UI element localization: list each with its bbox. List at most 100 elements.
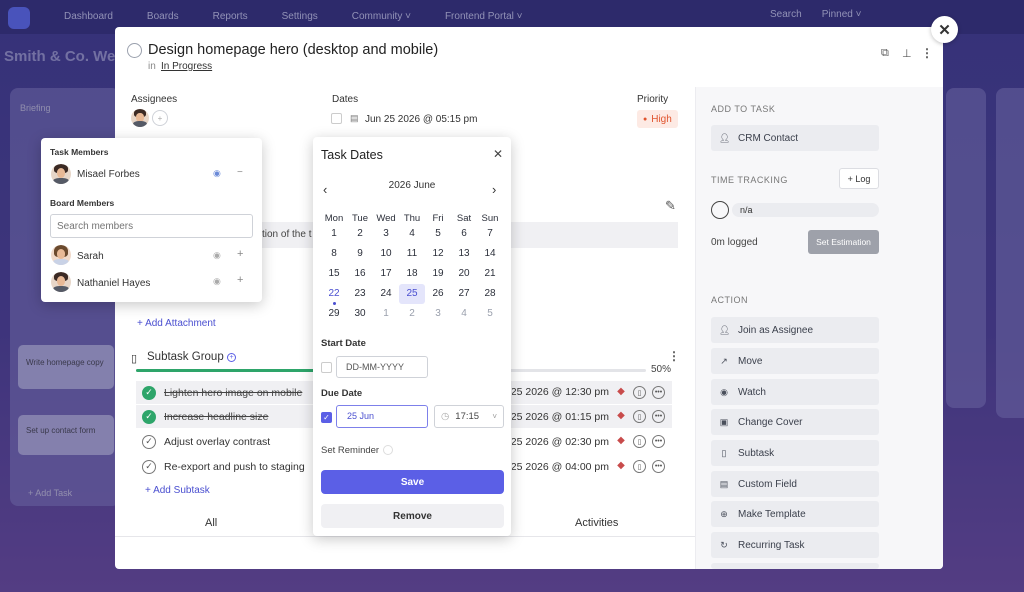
file-icon[interactable]: ▯ xyxy=(633,435,646,448)
check-icon[interactable]: ✓ xyxy=(142,409,156,424)
make-template-button[interactable]: ⊕ Make Template xyxy=(711,501,879,527)
avatar[interactable] xyxy=(131,109,149,127)
search-members-input[interactable] xyxy=(50,214,253,238)
calendar-day[interactable]: 9 xyxy=(347,244,373,264)
priority-flag-icon[interactable]: ◆ xyxy=(615,386,627,398)
eye-icon[interactable]: ◉ xyxy=(213,168,221,179)
calendar-day[interactable]: 17 xyxy=(373,264,399,284)
calendar-day[interactable]: 1 xyxy=(321,224,347,244)
more-dots-icon[interactable]: ••• xyxy=(652,460,665,473)
calendar-day[interactable]: 1 xyxy=(373,304,399,324)
calendar-day[interactable]: 6 xyxy=(451,224,477,244)
add-attachment-link[interactable]: + Add Attachment xyxy=(137,318,216,329)
calendar-day[interactable]: 3 xyxy=(425,304,451,324)
calendar-day[interactable]: 20 xyxy=(451,264,477,284)
subtask-group-title[interactable]: Subtask Group xyxy=(147,351,224,363)
edit-icon[interactable]: ✎ xyxy=(665,198,676,214)
save-button[interactable]: Save xyxy=(321,470,504,494)
eye-icon[interactable]: ◉ xyxy=(213,250,221,261)
calendar-day[interactable]: 5 xyxy=(425,224,451,244)
calendar-day[interactable]: 23 xyxy=(347,284,373,304)
change-cover-button[interactable]: ▣ Change Cover xyxy=(711,409,879,435)
file-icon[interactable]: ▯ xyxy=(633,386,646,399)
calendar-day[interactable]: 27 xyxy=(451,284,477,304)
file-icon[interactable]: ▯ xyxy=(633,460,646,473)
remove-button[interactable]: Remove xyxy=(321,504,504,528)
start-date-checkbox[interactable] xyxy=(321,362,332,373)
dates-value[interactable]: Jun 25 2026 @ 05:15 pm xyxy=(365,114,477,125)
due-date-input[interactable]: 25 Jun xyxy=(336,405,428,428)
calendar-day[interactable]: 14 xyxy=(477,244,503,264)
close-icon[interactable]: ✕ xyxy=(931,16,958,43)
subtask-button[interactable]: ▯ Subtask xyxy=(711,440,879,466)
eye-icon[interactable]: ◉ xyxy=(213,276,221,287)
file-icon[interactable]: ▯ xyxy=(633,410,646,423)
custom-field-button[interactable]: ▤ Custom Field xyxy=(711,471,879,497)
check-icon[interactable]: ✓ xyxy=(142,459,156,474)
pin-icon[interactable]: ⊥ xyxy=(902,47,912,60)
due-date-checkbox[interactable]: ✓ xyxy=(321,412,332,423)
calendar-day[interactable]: 4 xyxy=(451,304,477,324)
dates-checkbox[interactable] xyxy=(331,113,342,124)
calendar-day[interactable]: 19 xyxy=(425,264,451,284)
tab-activities[interactable]: Activities xyxy=(575,517,618,529)
calendar-day[interactable]: 12 xyxy=(425,244,451,264)
tab-all[interactable]: All xyxy=(205,517,217,529)
due-time-select[interactable]: ◷ 17:15 ˅ xyxy=(434,405,504,428)
group-more-icon[interactable]: ⋮ xyxy=(668,349,680,363)
calendar-day[interactable]: 3 xyxy=(373,224,399,244)
crm-contact-button[interactable]: 👤︎ CRM Contact xyxy=(711,125,879,151)
calendar-day[interactable]: 7 xyxy=(477,224,503,244)
recurring-task-button[interactable]: ↻ Recurring Task xyxy=(711,532,879,558)
calendar-day[interactable]: 18 xyxy=(399,264,425,284)
status-link[interactable]: In Progress xyxy=(161,61,212,72)
calendar-day[interactable]: 21 xyxy=(477,264,503,284)
start-date-input[interactable]: DD-MM-YYYY xyxy=(336,356,428,378)
calendar-day[interactable]: 2 xyxy=(347,224,373,244)
calendar-day[interactable]: 15 xyxy=(321,264,347,284)
subtask-date[interactable]: Jun 25 2026 @ 01:15 pm xyxy=(512,411,609,423)
calendar-day[interactable]: 5 xyxy=(477,304,503,324)
log-button[interactable]: + Log xyxy=(839,168,879,189)
move-button[interactable]: ↗ Move xyxy=(711,348,879,374)
priority-flag-icon[interactable]: ◆ xyxy=(615,410,627,422)
calendar-day[interactable]: 16 xyxy=(347,264,373,284)
check-icon[interactable]: ✓ xyxy=(142,434,156,449)
calendar-day[interactable]: 11 xyxy=(399,244,425,264)
more-dots-icon[interactable]: ••• xyxy=(652,386,665,399)
add-member-icon[interactable]: + xyxy=(237,248,243,260)
more-dots-icon[interactable]: ••• xyxy=(652,410,665,423)
add-assignee-icon[interactable]: + xyxy=(152,110,168,126)
watch-button[interactable]: ◉ Watch xyxy=(711,379,879,405)
subtask-date[interactable]: Jun 25 2026 @ 12:30 pm xyxy=(512,386,609,398)
close-icon[interactable]: ✕ xyxy=(493,147,503,161)
more-dots-icon[interactable]: ••• xyxy=(652,435,665,448)
add-subtask-link[interactable]: + Add Subtask xyxy=(145,485,210,496)
subtask-date[interactable]: Jun 25 2026 @ 02:30 pm xyxy=(512,436,609,448)
copy-icon[interactable]: ⧉ xyxy=(881,47,889,60)
chevron-right-icon[interactable]: › xyxy=(492,182,496,197)
clock-icon[interactable] xyxy=(711,201,729,219)
calendar-day[interactable]: 13 xyxy=(451,244,477,264)
calendar-day-today[interactable]: 22 xyxy=(321,284,347,304)
calendar-day[interactable]: 24 xyxy=(373,284,399,304)
add-member-icon[interactable]: + xyxy=(237,274,243,286)
calendar-day[interactable]: 29 xyxy=(321,304,347,324)
add-group-icon[interactable]: + xyxy=(227,353,236,362)
task-title[interactable]: Design homepage hero (desktop and mobile… xyxy=(148,42,438,58)
more-icon[interactable]: ⋮ xyxy=(921,46,933,60)
more-action-button[interactable] xyxy=(711,563,879,569)
calendar-day-selected[interactable]: 25 xyxy=(399,284,425,304)
calendar-day[interactable]: 8 xyxy=(321,244,347,264)
check-icon[interactable]: ✓ xyxy=(142,385,156,400)
calendar-day[interactable]: 26 xyxy=(425,284,451,304)
join-assignee-button[interactable]: 👤︎ Join as Assignee xyxy=(711,317,879,343)
reminder-toggle[interactable] xyxy=(383,445,393,455)
subtask-date[interactable]: Jun 25 2026 @ 04:00 pm xyxy=(512,461,609,473)
priority-flag-icon[interactable]: ◆ xyxy=(615,460,627,472)
calendar-day[interactable]: 4 xyxy=(399,224,425,244)
priority-badge[interactable]: ● High xyxy=(637,110,678,128)
set-estimation-button[interactable]: Set Estimation xyxy=(808,230,879,254)
calendar-day[interactable]: 30 xyxy=(347,304,373,324)
complete-toggle[interactable] xyxy=(127,43,142,58)
